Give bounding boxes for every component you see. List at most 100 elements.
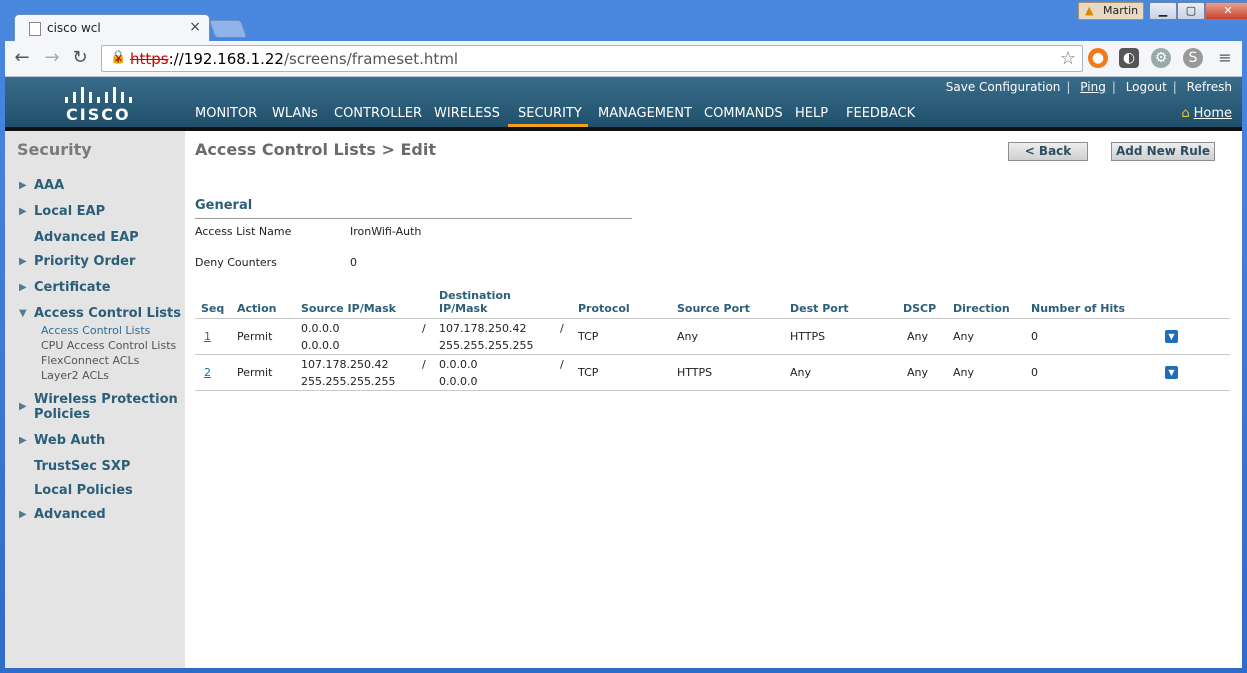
nav-help[interactable]: HELP xyxy=(795,106,828,127)
col-destination: Destination xyxy=(439,289,511,302)
nav-wireless[interactable]: WIRELESS xyxy=(434,106,500,127)
col-destination-mask: IP/Mask xyxy=(439,302,488,315)
sidebar-item-advanced[interactable]: Advanced xyxy=(34,507,106,522)
expand-arrow-icon[interactable]: ▶ xyxy=(19,256,27,267)
sidebar-item-advanced-eap[interactable]: Advanced EAP xyxy=(34,230,139,245)
sidebar-item-local-policies[interactable]: Local Policies xyxy=(34,483,133,498)
refresh-link[interactable]: Refresh xyxy=(1187,80,1232,94)
maximize-button[interactable]: ▢ xyxy=(1177,2,1205,20)
expand-arrow-icon[interactable]: ▶ xyxy=(19,206,27,217)
gear-icon[interactable]: ⚙ xyxy=(1151,48,1171,68)
nav-feedback[interactable]: FEEDBACK xyxy=(846,106,915,127)
nav-wlans[interactable]: WLANs xyxy=(272,106,318,127)
minimize-button[interactable]: ▁ xyxy=(1149,2,1177,20)
add-new-rule-button[interactable]: Add New Rule xyxy=(1111,142,1215,161)
sidebar-item-trustsec-sxp[interactable]: TrustSec SXP xyxy=(34,459,130,474)
col-direction: Direction xyxy=(953,302,1010,315)
address-bar[interactable]: 🔒 ✕ https://192.168.1.22/screens/framese… xyxy=(101,45,1083,72)
expand-arrow-icon[interactable]: ▶ xyxy=(19,282,27,293)
sidebar-sub-layer2-acls[interactable]: Layer2 ACLs xyxy=(41,369,109,382)
sidebar-sub-flexconnect-acls[interactable]: FlexConnect ACLs xyxy=(41,354,139,367)
reload-icon[interactable]: ↻ xyxy=(68,47,92,69)
close-tab-icon[interactable]: × xyxy=(189,19,201,35)
col-protocol: Protocol xyxy=(578,302,630,315)
sidebar-item-aaa[interactable]: AAA xyxy=(34,178,64,193)
expand-arrow-icon[interactable]: ▶ xyxy=(19,435,27,446)
seq-link[interactable]: 2 xyxy=(204,364,211,381)
title-bar: cisco wcl × ▲ Martin ▁ ▢ ✕ xyxy=(0,0,1247,42)
nav-management[interactable]: MANAGEMENT xyxy=(598,106,692,127)
back-button[interactable]: < Back xyxy=(1008,142,1088,161)
source-port-cell: Any xyxy=(677,330,699,343)
ping-link[interactable]: Ping xyxy=(1080,80,1106,94)
page-title: Access Control Lists > Edit xyxy=(195,140,436,159)
forward-arrow-icon[interactable]: → xyxy=(40,47,64,69)
tab-title: cisco wcl xyxy=(47,21,101,35)
deny-counters-value: 0 xyxy=(350,256,357,269)
dest-ip-cell: 107.178.250.42 xyxy=(439,322,527,335)
extension-orange-icon[interactable]: ● xyxy=(1088,48,1108,68)
back-arrow-icon[interactable]: ← xyxy=(10,47,34,69)
top-links: Save Configuration | Ping | Logout | Refres… xyxy=(945,80,1232,94)
dest-port-cell: Any xyxy=(790,366,812,379)
browser-toolbar: ← → ↻ 🔒 ✕ https://192.168.1.22/screens/f… xyxy=(5,41,1242,77)
sidebar-sub-cpu-acl[interactable]: CPU Access Control Lists xyxy=(41,339,176,352)
sidebar-item-local-eap[interactable]: Local EAP xyxy=(34,204,105,219)
col-seq: Seq xyxy=(201,302,225,315)
access-list-name-value: IronWifi-Auth xyxy=(350,225,422,238)
section-title: General xyxy=(195,198,253,213)
browser-tab[interactable]: cisco wcl × xyxy=(14,14,210,42)
dscp-cell: Any xyxy=(907,366,929,379)
brand-name: CISCO xyxy=(66,105,131,124)
row-menu-dropdown-icon[interactable]: ▼ xyxy=(1165,330,1178,343)
expand-arrow-icon[interactable]: ▶ xyxy=(19,401,27,412)
protocol-cell: TCP xyxy=(578,366,599,379)
url-text: https://192.168.1.22/screens/frameset.ht… xyxy=(130,50,459,68)
bookmark-star-icon[interactable]: ☆ xyxy=(1060,48,1076,69)
dest-mask-cell: 0.0.0.0 xyxy=(439,375,478,388)
source-mask-cell: 0.0.0.0 xyxy=(301,339,340,352)
source-mask-cell: 255.255.255.255 xyxy=(301,375,396,388)
collapse-arrow-icon[interactable]: ▼ xyxy=(19,308,27,319)
skype-icon[interactable]: S xyxy=(1183,48,1203,68)
sidebar-item-certificate[interactable]: Certificate xyxy=(34,280,111,295)
sidebar-item-policies[interactable]: Policies xyxy=(34,407,90,422)
sidebar-item-priority-order[interactable]: Priority Order xyxy=(34,254,135,269)
nav-controller[interactable]: CONTROLLER xyxy=(334,106,422,127)
extension-dark-icon[interactable]: ◐ xyxy=(1119,48,1139,68)
new-tab-button[interactable] xyxy=(208,20,248,38)
direction-cell: Any xyxy=(953,366,975,379)
main-content: Access Control Lists > Edit < Back Add N… xyxy=(185,131,1242,668)
nav-commands[interactable]: COMMANDS xyxy=(704,106,783,127)
sidebar: Security ▶ AAA ▶ Local EAP Advanced EAP … xyxy=(5,131,185,668)
seq-link[interactable]: 1 xyxy=(204,328,211,345)
expand-arrow-icon[interactable]: ▶ xyxy=(19,509,27,520)
expand-arrow-icon[interactable]: ▶ xyxy=(19,180,27,191)
access-list-name-label: Access List Name xyxy=(195,225,292,238)
logout-link[interactable]: Logout xyxy=(1126,80,1167,94)
col-dest-port: Dest Port xyxy=(790,302,849,315)
nav-monitor[interactable]: MONITOR xyxy=(195,106,257,127)
sidebar-item-wireless-protection[interactable]: Wireless Protection xyxy=(34,392,178,407)
cisco-bars-icon xyxy=(63,83,135,103)
row-menu-dropdown-icon[interactable]: ▼ xyxy=(1165,366,1178,379)
dscp-cell: Any xyxy=(907,330,929,343)
slash-separator: / xyxy=(560,358,564,371)
warning-icon: ▲ xyxy=(1085,4,1094,17)
close-window-button[interactable]: ✕ xyxy=(1205,2,1247,20)
app-header: CISCO Save Configuration | Ping | Logout | … xyxy=(5,77,1242,127)
source-ip-cell: 0.0.0.0 xyxy=(301,322,340,335)
dest-mask-cell: 255.255.255.255 xyxy=(439,339,534,352)
slash-separator: / xyxy=(422,322,426,335)
save-configuration-link[interactable]: Save Configuration xyxy=(946,80,1061,94)
sidebar-item-web-auth[interactable]: Web Auth xyxy=(34,433,105,448)
dest-ip-cell: 0.0.0.0 xyxy=(439,358,478,371)
sidebar-item-access-control-lists[interactable]: Access Control Lists xyxy=(34,306,181,321)
direction-cell: Any xyxy=(953,330,975,343)
menu-icon[interactable]: ≡ xyxy=(1215,48,1235,68)
slash-separator: / xyxy=(560,322,564,335)
header-row-divider xyxy=(195,318,1230,319)
home-link[interactable]: ⌂ Home xyxy=(1181,106,1232,121)
user-profile-button[interactable]: ▲ Martin xyxy=(1078,2,1144,20)
sidebar-sub-access-control-lists[interactable]: Access Control Lists xyxy=(41,324,150,337)
